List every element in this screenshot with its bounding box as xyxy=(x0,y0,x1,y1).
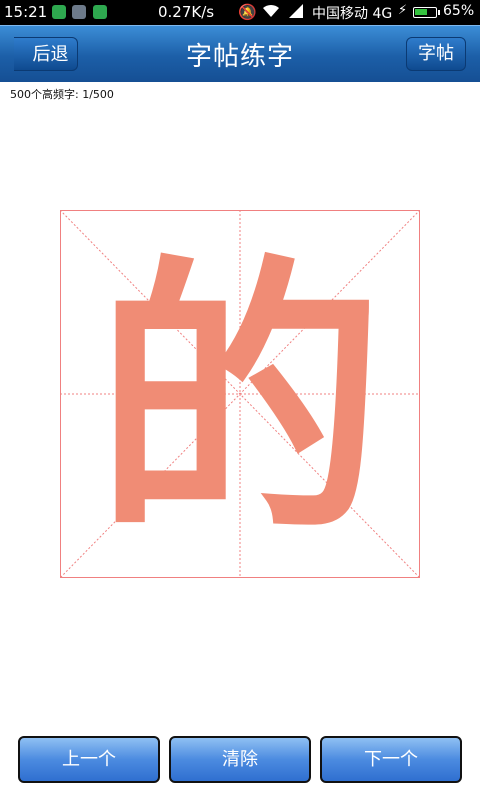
android-notification-icon xyxy=(93,5,107,19)
battery-icon xyxy=(413,7,440,18)
status-time: 15:21 xyxy=(4,3,48,21)
charging-icon: ⚡ xyxy=(398,3,408,18)
clear-button[interactable]: 清除 xyxy=(169,736,311,783)
network-speed: 0.27K/s xyxy=(158,3,215,21)
battery-percent: 65% xyxy=(443,3,475,19)
title-bar: 后退 字帖练字 字帖 xyxy=(0,25,480,82)
signal-icon xyxy=(287,3,305,23)
app-notification-icon xyxy=(72,5,86,19)
progress-counter: 500个高频字: 1/500 xyxy=(10,88,114,101)
previous-button[interactable]: 上一个 xyxy=(18,736,160,783)
wifi-icon xyxy=(262,3,280,23)
mute-icon: 🔕 xyxy=(238,3,257,21)
status-bar: 15:21 0.27K/s 🔕 中国移动 4G ⚡ 65% xyxy=(0,0,480,25)
grid-svg: 的 xyxy=(60,210,420,578)
carrier-name: 中国移动 4G xyxy=(312,6,393,22)
practice-character: 的 xyxy=(95,234,385,571)
writing-canvas[interactable]: 的 xyxy=(60,210,420,578)
app-notification-icon xyxy=(52,5,66,19)
copybook-button[interactable]: 字帖 xyxy=(406,37,466,71)
next-button[interactable]: 下一个 xyxy=(320,736,462,783)
